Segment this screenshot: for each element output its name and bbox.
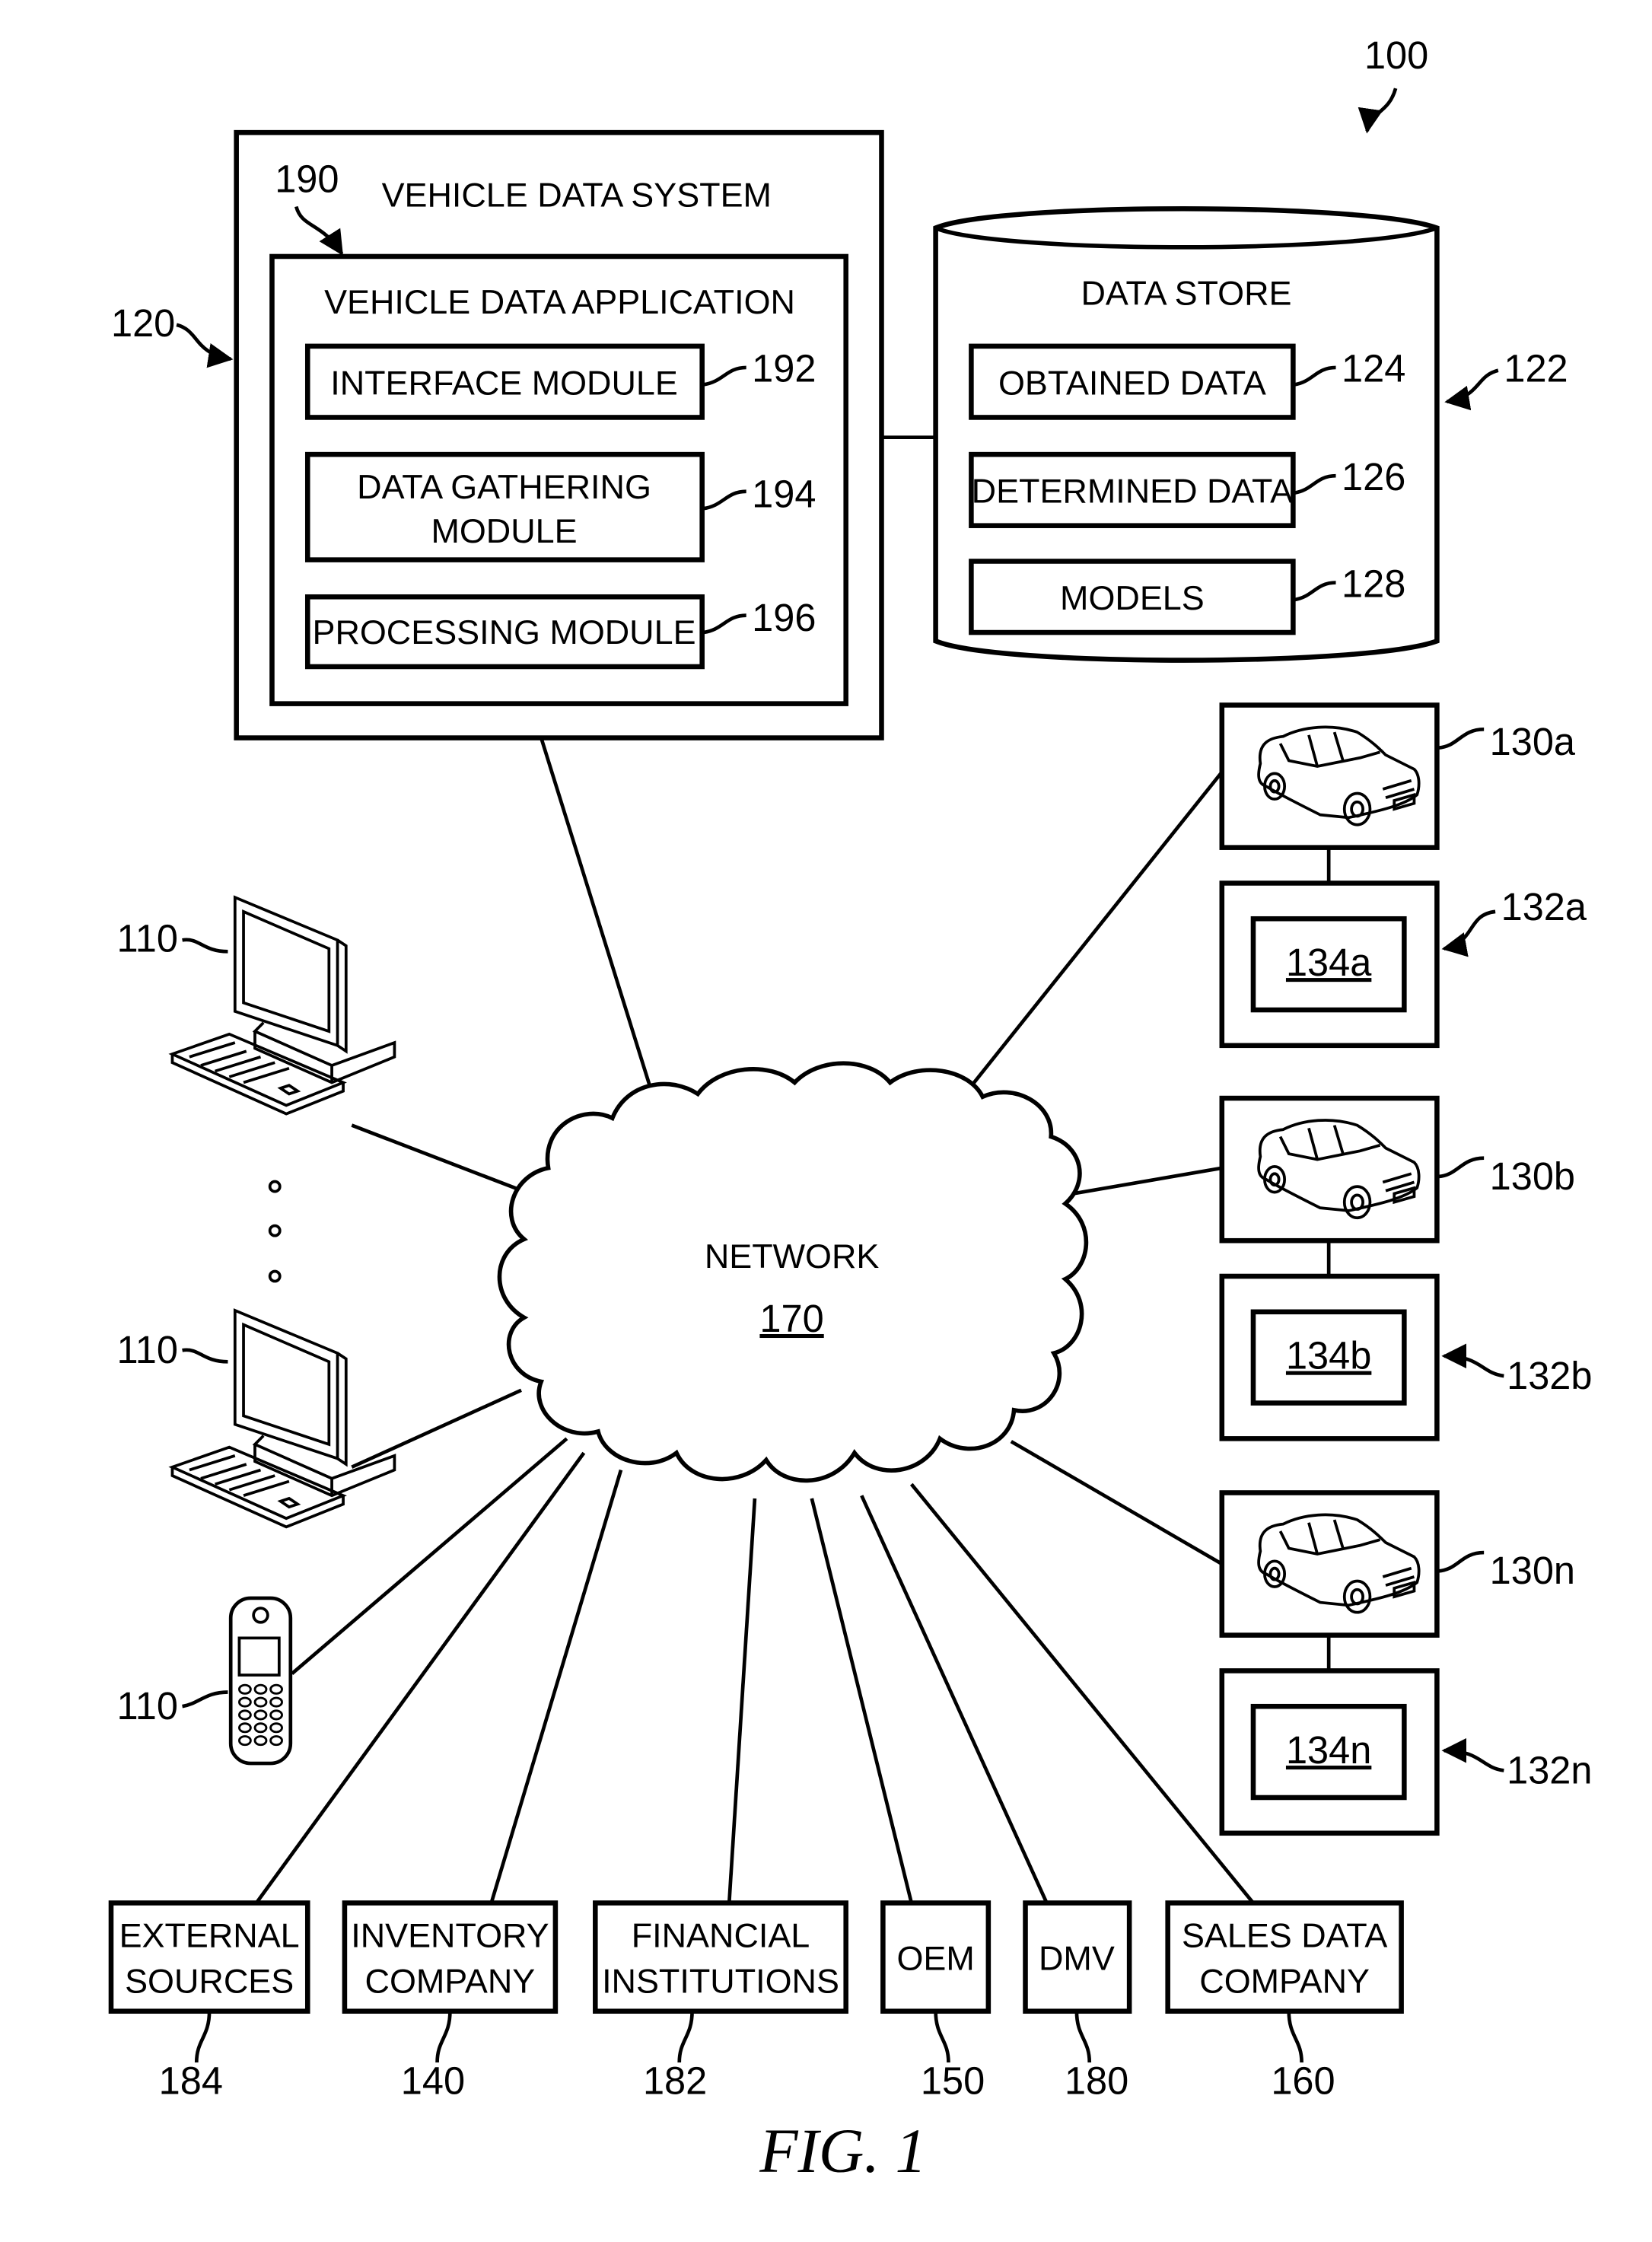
entity-ref: 140 [401,2059,465,2102]
interface-module[interactable]: INTERFACE MODULE [304,343,705,420]
application-ref: 190 [275,158,339,201]
entity-label-1: EXTERNAL [119,1916,300,1955]
models[interactable]: MODELS [969,559,1296,635]
ellipsis-dots [268,1180,282,1283]
system-diagram: 100 VEHICLE DATA SYSTEM 190 120 VEHICLE … [108,33,1593,2186]
entity-sales-data-company[interactable]: SALES DATA COMPANY 160 [1165,1900,1404,2102]
entity-label-1: SALES DATA [1182,1916,1387,1955]
obtained-data-label: OBTAINED DATA [998,364,1266,403]
entity-label-1: DMV [1039,1938,1115,1977]
vehicle-a-device[interactable]: 134a [1219,881,1440,1049]
leader-110-1 [182,938,228,954]
obtained-data[interactable]: OBTAINED DATA [969,343,1296,420]
vehicle-a-device-ref: 132a [1501,885,1587,928]
entity-oem[interactable]: OEM 150 [880,1900,992,2102]
leader-130b [1437,1156,1485,1179]
vehicle-b[interactable]: 130b 134b 132b [1219,1095,1593,1441]
entity-leader [1074,2011,1092,2063]
entity-ref: 180 [1065,2059,1128,2102]
client-computer-2[interactable]: 110 [116,1309,396,1529]
determined-data-ref: 126 [1342,455,1405,498]
entity-label-2: COMPANY [1199,1961,1370,2000]
vehicle-data-application[interactable]: VEHICLE DATA APPLICATION INTERFACE MODUL… [269,253,848,706]
leader-130n [1437,1550,1485,1573]
entity-leader [1287,2011,1303,2063]
vehicle-a[interactable]: 130a 134a 132a [1219,702,1587,1049]
application-title: VEHICLE DATA APPLICATION [324,282,795,321]
models-label: MODELS [1060,578,1205,617]
device-n-ref-arrow [1441,1737,1504,1772]
figure-ref-arrow [1358,88,1398,134]
data-store-ref-arrow [1444,368,1499,411]
processing-module[interactable]: PROCESSING MODULE [304,594,705,670]
processing-module-ref: 196 [752,596,816,639]
entity-external-sources[interactable]: EXTERNAL SOURCES 184 [108,1900,310,2102]
vehicle-b-device[interactable]: 134b [1219,1273,1440,1441]
entity-label-2: SOURCES [125,1961,294,2000]
entity-label-1: OEM [896,1938,974,1977]
vehicle-n-device[interactable]: 134n [1219,1668,1440,1836]
data-store-ref: 122 [1504,347,1568,390]
network-ref: 170 [759,1297,823,1340]
vehicle-n-ref: 130n [1490,1549,1575,1592]
processing-module-label: PROCESSING MODULE [313,613,696,651]
network-label: NETWORK [705,1237,880,1275]
entity-ref: 184 [159,2059,223,2102]
entity-dmv[interactable]: DMV 180 [1023,1900,1132,2102]
entity-leader [677,2011,694,2063]
client-phone[interactable]: 110 [116,1596,293,1766]
data-gathering-module-label-2: MODULE [431,511,577,550]
entity-ref: 182 [643,2059,707,2102]
data-store-title: DATA STORE [1081,274,1292,313]
system-ref-arrow [176,323,234,368]
entity-label-2: INSTITUTIONS [602,1961,839,2000]
client-computer-1[interactable]: 110 [116,896,396,1116]
desktop-computer-icon [170,896,396,1116]
client-3-ref: 110 [116,1684,178,1728]
device-b-ref-arrow [1441,1343,1504,1378]
vehicle-n[interactable]: 130n 134n 132n [1219,1490,1593,1836]
entity-leader [934,2011,950,2063]
determined-data[interactable]: DETERMINED DATA [969,451,1296,528]
entity-leader [194,2011,212,2063]
entity-inventory-company[interactable]: INVENTORY COMPANY 140 [342,1900,559,2102]
determined-data-label: DETERMINED DATA [972,472,1294,511]
vehicle-b-ref: 130b [1490,1154,1575,1198]
vehicle-data-system[interactable]: VEHICLE DATA SYSTEM 190 120 VEHICLE DATA… [111,129,884,740]
leader-110-3 [182,1690,228,1709]
data-store[interactable]: DATA STORE OBTAINED DATA 124 DETERMINED … [933,205,1440,663]
desktop-computer-icon [170,1309,396,1529]
mobile-phone-icon [228,1596,293,1766]
vehicle-b-inner-ref: 134b [1286,1334,1371,1377]
vehicle-a-inner-ref: 134a [1286,941,1372,984]
leader-110-2 [182,1348,228,1364]
interface-module-label: INTERFACE MODULE [330,364,678,403]
data-gathering-module[interactable]: DATA GATHERING MODULE [304,451,705,562]
entity-ref: 160 [1271,2059,1335,2102]
entity-label-2: COMPANY [365,1961,536,2000]
obtained-data-ref: 124 [1342,347,1405,390]
data-gathering-module-label-1: DATA GATHERING [357,467,651,506]
entity-label-1: FINANCIAL [632,1916,810,1955]
vehicle-a-ref: 130a [1490,720,1576,763]
vehicle-n-inner-ref: 134n [1286,1728,1371,1772]
interface-module-ref: 192 [752,347,816,390]
device-a-ref-arrow [1441,909,1496,957]
leader-130a [1437,727,1485,750]
entity-ref: 150 [921,2059,985,2102]
system-ref: 120 [111,301,175,345]
network-cloud[interactable]: NETWORK 170 [497,1061,1089,1483]
vehicle-data-system-title: VEHICLE DATA SYSTEM [382,175,772,214]
models-ref: 128 [1342,562,1405,605]
vehicle-b-device-ref: 132b [1507,1354,1592,1397]
entity-leader [435,2011,452,2063]
figure-ref: 100 [1364,33,1428,77]
vehicle-n-device-ref: 132n [1507,1748,1592,1791]
client-1-ref: 110 [116,916,178,960]
entity-label-1: INVENTORY [351,1916,549,1955]
figure-caption: FIG. 1 [759,2116,927,2186]
client-2-ref: 110 [116,1328,178,1371]
entity-financial-institutions[interactable]: FINANCIAL INSTITUTIONS 182 [593,1900,848,2102]
data-gathering-module-ref: 194 [752,472,816,515]
